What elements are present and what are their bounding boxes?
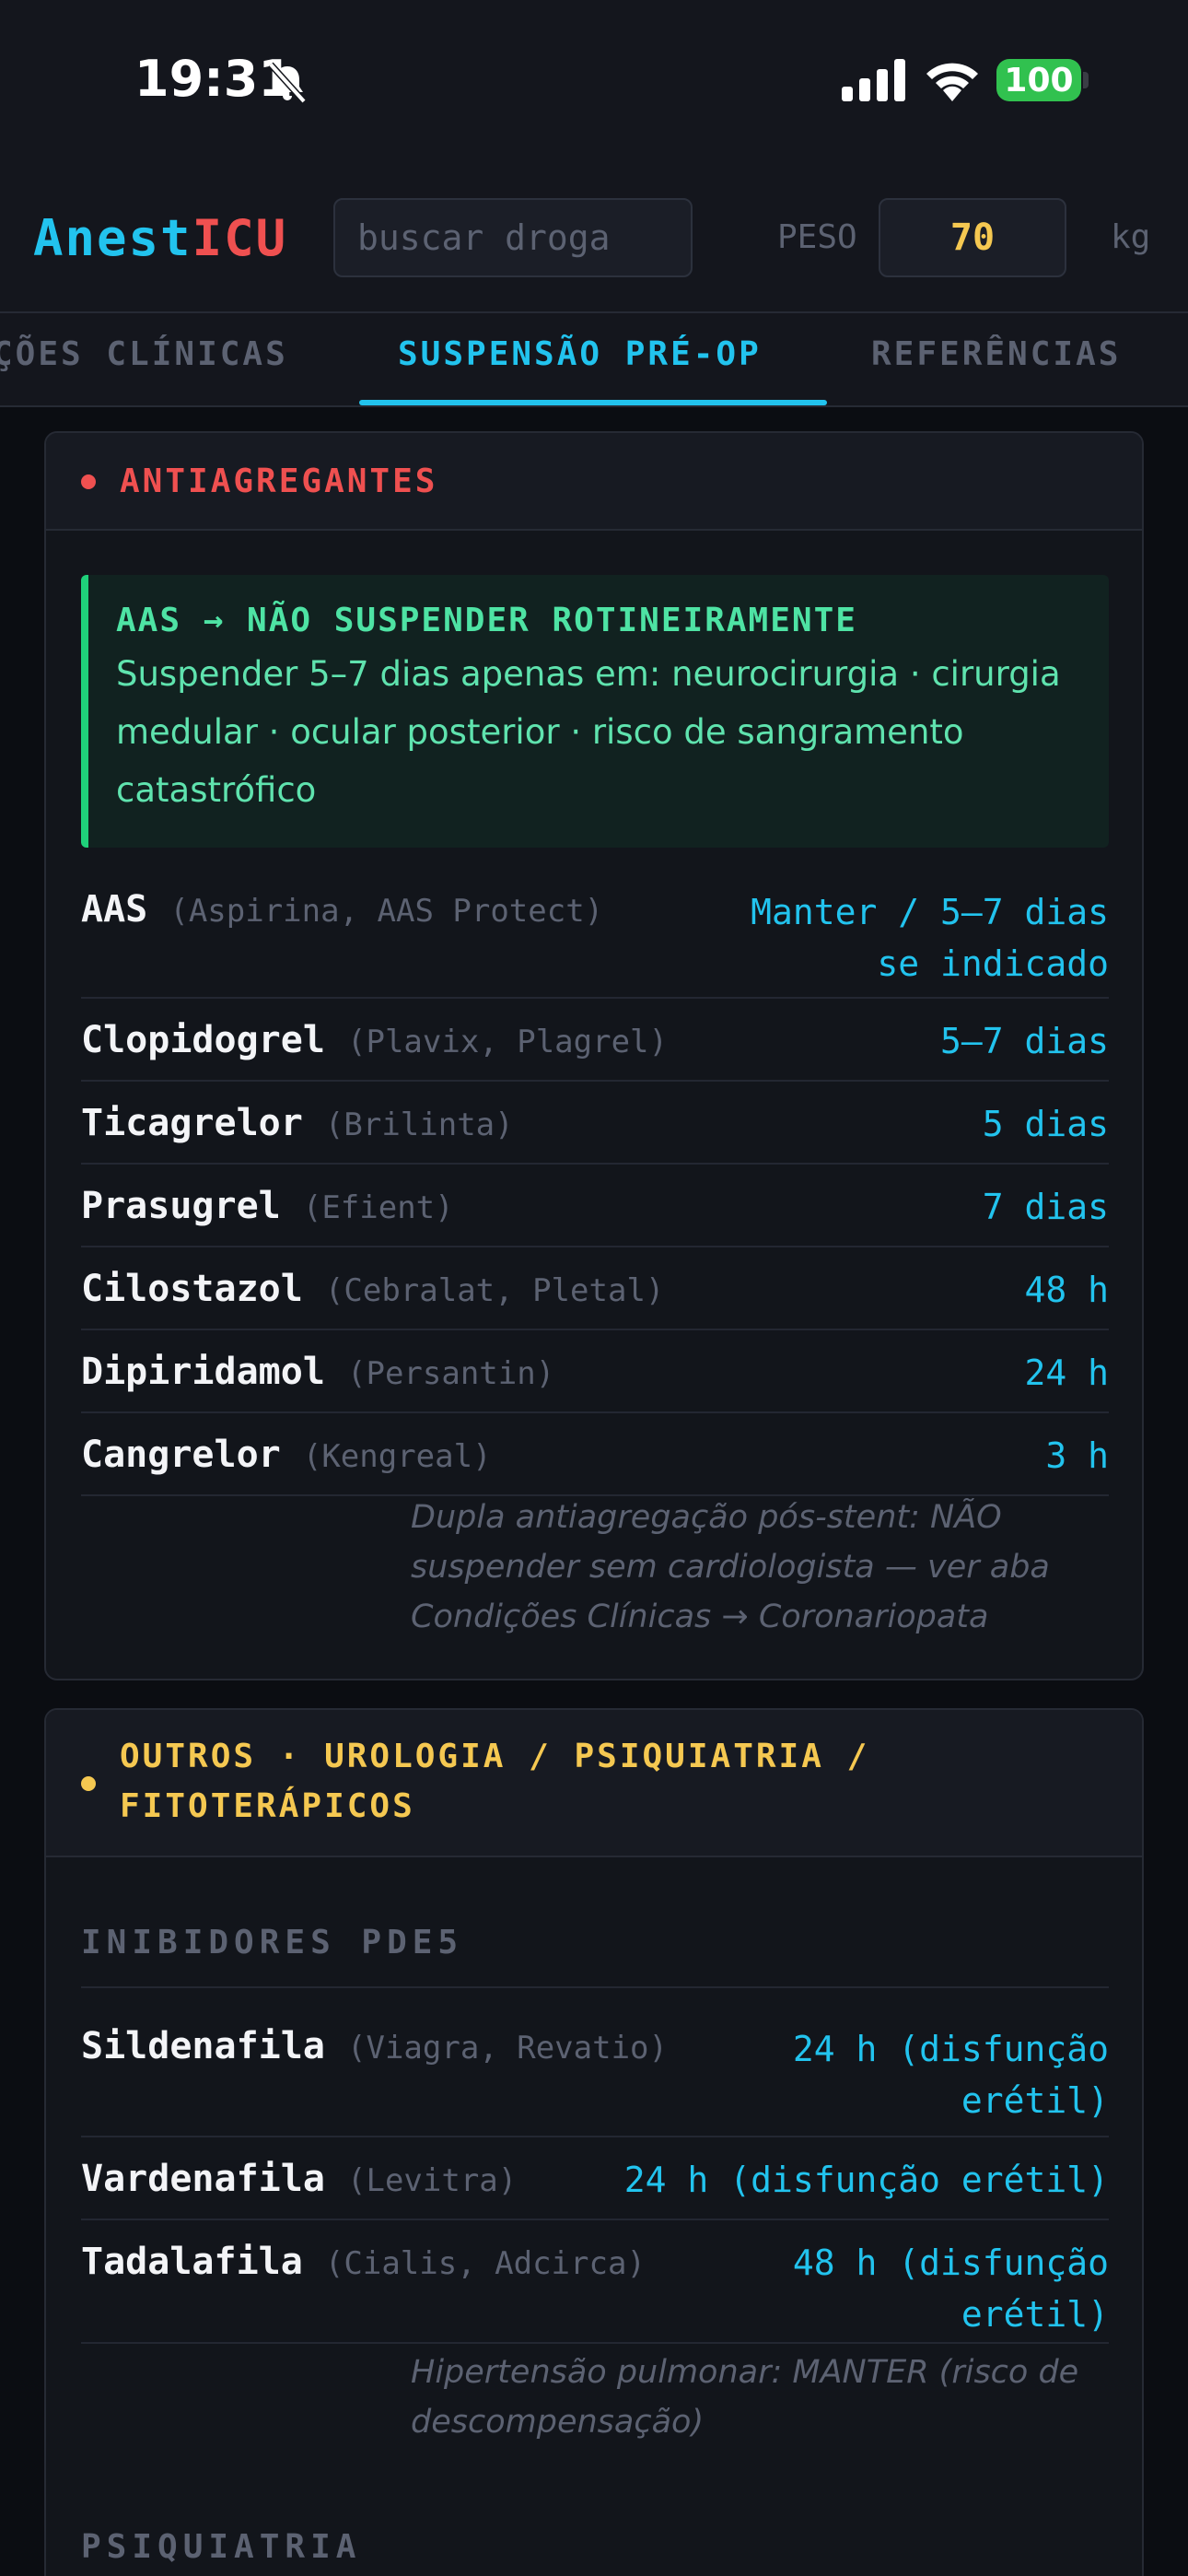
card-antiagregantes: ANTIAGREGANTES AAS → NÃO SUSPENDER ROTIN… [44,431,1144,1680]
suspension-time: 24 h [1024,1352,1109,1393]
clinical-note: Dupla antiagregação pós-stent: NÃO suspe… [411,1499,1050,1635]
wifi-icon [926,63,978,101]
card-title-line2: FITOTERÁPICOS [120,1787,415,1825]
suspension-time-line1: Manter / 5–7 dias [751,892,1109,932]
drug-row[interactable]: Prasugrel (Efient) 7 dias [81,1165,1109,1247]
drug-brands: (Plavix, Plagrel) [347,1024,668,1060]
suspension-time: 24 h (disfunção erétil) [623,2160,1109,2200]
drug-name: Clopidogrel (Plavix, Plagrel) [81,1019,668,1061]
clinical-note: Hipertensão pulmonar: MANTER (risco de d… [411,2354,1079,2441]
section-label-psiquiatria: PSIQUIATRIA [81,2528,362,2566]
drug-row[interactable]: AAS (Aspirina, AAS Protect) Manter / 5–7… [81,877,1109,999]
suspension-time: 3 h [1045,1435,1109,1476]
drug-name-text: Sildenafila [81,2025,325,2067]
cellular-signal-icon [842,59,905,101]
active-tab-indicator [359,400,827,405]
app-header: AnestICU PESO kg [0,161,1188,313]
suspension-time-line2: se indicado [877,943,1109,984]
suspension-time-line1: 24 h (disfunção [792,2029,1109,2069]
card-outros: OUTROS · UROLOGIA / PSIQUIATRIA / FITOTE… [44,1708,1144,2576]
drug-brands: (Viagra, Revatio) [347,2030,668,2067]
alert-text: Suspender 5–7 dias apenas em: neurocirur… [116,654,1061,810]
drug-row[interactable]: Clopidogrel (Plavix, Plagrel) 5–7 dias [81,999,1109,1082]
drug-name-text: Tadalafila [81,2241,303,2283]
section-divider [81,1986,1109,1988]
status-dot-yellow [81,1776,96,1791]
drug-name-text: Clopidogrel [81,1019,325,1061]
app-screen: 19:31 100 AnestICU PESO kg ÇÕES CLÍNIC [0,0,1188,2576]
drug-row[interactable]: Dipiridamol (Persantin) 24 h [81,1330,1109,1413]
drug-row[interactable]: Tadalafila (Cialis, Adcirca) 48 h (disfu… [81,2220,1109,2344]
suspension-time: 7 dias [982,1187,1109,1227]
card-title: OUTROS · UROLOGIA / PSIQUIATRIA / FITOTE… [120,1732,869,1832]
drug-name-text: Prasugrel [81,1185,281,1227]
card-title-line1: OUTROS · UROLOGIA / PSIQUIATRIA / [120,1738,870,1775]
drug-row[interactable]: Cangrelor (Kengreal) 3 h [81,1413,1109,1496]
card-header[interactable]: OUTROS · UROLOGIA / PSIQUIATRIA / FITOTE… [46,1710,1142,1857]
drug-brands: (Aspirina, AAS Protect) [169,893,604,930]
drug-row[interactable]: Vardenafila (Levitra) 24 h (disfunção er… [81,2137,1109,2220]
drug-row[interactable]: Ticagrelor (Brilinta) 5 dias [81,1082,1109,1165]
drug-name: Sildenafila (Viagra, Revatio) [81,2025,668,2067]
drug-name-text: Vardenafila [81,2158,325,2200]
drug-name: Cilostazol (Cebralat, Pletal) [81,1268,664,1310]
suspension-time: 5–7 dias [939,1021,1109,1061]
drug-brands: (Cialis, Adcirca) [324,2245,646,2282]
drug-brands: (Cebralat, Pletal) [324,1272,665,1309]
drug-row[interactable]: Cilostazol (Cebralat, Pletal) 48 h [81,1247,1109,1330]
logo-part-anest: Anest [33,209,192,267]
weight-unit: kg [1111,218,1151,256]
drug-name: Tadalafila (Cialis, Adcirca) [81,2241,646,2283]
drug-name-text: Cilostazol [81,1268,303,1310]
suspension-time: 24 h (disfunção erétil) [793,2023,1109,2126]
drug-name-text: AAS [81,888,148,931]
drug-name: Cangrelor (Kengreal) [81,1434,492,1476]
tab-suspensao-pre-op[interactable]: SUSPENSÃO PRÉ-OP [398,335,762,373]
drug-brands: (Efient) [302,1189,454,1226]
drug-brands: (Persantin) [347,1355,555,1392]
tab-condicoes-clinicas[interactable]: ÇÕES CLÍNICAS [0,335,288,373]
drug-brands: (Brilinta) [324,1107,514,1143]
drug-name: Dipiridamol (Persantin) [81,1351,554,1393]
drug-brands: (Kengreal) [302,1438,492,1475]
status-bar: 19:31 100 [0,0,1188,161]
bell-muted-icon [268,62,307,104]
drug-name-text: Dipiridamol [81,1351,325,1393]
suspension-time-line2: erétil) [961,2294,1109,2335]
drug-name: Ticagrelor (Brilinta) [81,1102,514,1144]
suspension-time-line1: 48 h (disfunção [792,2242,1109,2283]
suspension-time: 48 h (disfunção erétil) [793,2237,1109,2340]
battery-cap [1083,72,1089,88]
logo-part-icu: ICU [192,209,288,267]
drug-name-text: Ticagrelor [81,1102,303,1144]
suspension-time: 5 dias [982,1104,1109,1144]
suspension-time-line2: erétil) [961,2080,1109,2121]
suspension-time: Manter / 5–7 dias se indicado [751,886,1109,989]
status-dot-red [81,474,96,489]
drug-row[interactable]: Sildenafila (Viagra, Revatio) 24 h (disf… [81,2014,1109,2137]
section-label-pde5: INIBIDORES PDE5 [81,1924,464,1961]
suspension-time: 48 h [1024,1270,1109,1310]
weight-label: PESO [777,218,857,256]
tab-referencias[interactable]: REFERÊNCIAS [871,335,1121,373]
alert-title: AAS → NÃO SUSPENDER ROTINEIRAMENTE [116,602,857,639]
app-logo: AnestICU [33,209,287,267]
alert-box: AAS → NÃO SUSPENDER ROTINEIRAMENTE Suspe… [81,575,1109,848]
drug-name: Prasugrel (Efient) [81,1185,454,1227]
drug-name: Vardenafila (Levitra) [81,2158,517,2200]
weight-input[interactable] [879,198,1066,277]
card-title: ANTIAGREGANTES [120,463,438,500]
tab-bar: ÇÕES CLÍNICAS SUSPENSÃO PRÉ-OP REFERÊNCI… [0,313,1188,407]
drug-search-input[interactable] [333,198,693,277]
drug-name: AAS (Aspirina, AAS Protect) [81,888,603,931]
battery-indicator: 100 [996,59,1081,101]
drug-brands: (Levitra) [347,2162,518,2199]
drug-name-text: Cangrelor [81,1434,281,1476]
card-header[interactable]: ANTIAGREGANTES [46,433,1142,531]
